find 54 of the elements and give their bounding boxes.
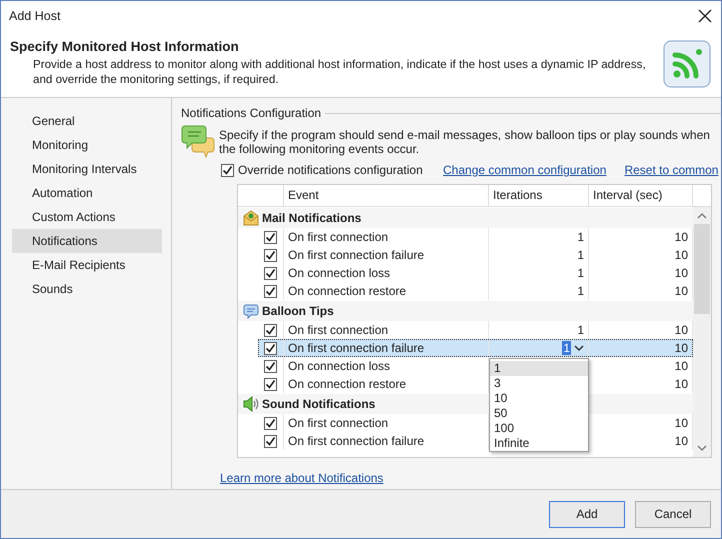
row-checkbox[interactable] xyxy=(264,324,277,336)
dropdown-option[interactable]: 3 xyxy=(490,376,588,391)
dropdown-option[interactable]: 1 xyxy=(490,361,588,376)
close-icon[interactable] xyxy=(698,9,712,23)
iterations-cell: 1 xyxy=(489,282,589,300)
window-title: Add Host xyxy=(9,9,60,23)
section-title: Notifications Configuration xyxy=(181,106,322,120)
dialog-button[interactable]: Cancel xyxy=(635,500,711,528)
sidebar-item[interactable]: Monitoring Intervals xyxy=(12,157,162,181)
link[interactable]: Change common configuration xyxy=(443,163,606,177)
row-checkbox[interactable] xyxy=(264,434,277,448)
speaker-icon xyxy=(243,396,259,412)
group-title: Balloon Tips xyxy=(262,304,334,318)
column-header[interactable]: Iterations xyxy=(489,185,589,206)
scroll-up-icon[interactable] xyxy=(697,212,707,220)
row-checkbox[interactable] xyxy=(264,248,277,262)
sidebar-item[interactable]: General xyxy=(12,109,162,133)
sidebar-item[interactable]: Sounds xyxy=(12,277,162,301)
event-cell: On connection restore xyxy=(284,282,489,300)
dropdown-option[interactable]: Infinite xyxy=(490,436,588,451)
row-checkbox[interactable] xyxy=(264,284,277,298)
speech-bubbles-icon xyxy=(181,124,215,158)
sidebar-item[interactable]: Monitoring xyxy=(12,133,162,157)
override-label: Override notifications configuration xyxy=(238,163,423,177)
sidebar-item[interactable]: Custom Actions xyxy=(12,205,162,229)
caret-icon[interactable] xyxy=(574,344,584,352)
row-checkbox[interactable] xyxy=(264,360,277,372)
sidebar-item[interactable]: E-Mail Recipients xyxy=(12,253,162,277)
scroll-down-icon[interactable] xyxy=(697,444,707,452)
signal-logo-icon xyxy=(663,40,711,88)
row-checkbox[interactable] xyxy=(264,378,277,390)
column-header[interactable]: Event xyxy=(284,185,489,206)
group-title: Sound Notifications xyxy=(262,397,376,411)
section-description: Specify if the program should send e-mail messages, show balloon tips or play sounds when the following monitoring events occur. xyxy=(219,128,711,156)
row-checkbox[interactable] xyxy=(264,266,277,280)
speech-bubble-icon xyxy=(243,303,259,319)
row-checkbox[interactable] xyxy=(264,342,277,354)
iterations-combo[interactable]: 1 xyxy=(562,341,584,355)
scrollbar-thumb[interactable] xyxy=(694,224,710,314)
table-row[interactable]: On first connection failure 1 10 xyxy=(258,339,693,357)
override-checkbox[interactable] xyxy=(221,164,234,176)
column-header[interactable]: Interval (sec) xyxy=(589,185,693,206)
header-description: Provide a host address to monitor along with additional host information, indicate if the host uses a dynamic IP address, and override the monitoring settings, if required. xyxy=(32,57,647,87)
group-title: Mail Notifications xyxy=(262,211,362,225)
envelope-icon xyxy=(243,210,259,226)
sidebar-item[interactable]: Notifications xyxy=(12,229,162,253)
link[interactable]: Reset to common xyxy=(624,163,718,177)
row-checkbox[interactable] xyxy=(264,416,277,430)
dialog-button[interactable]: Add xyxy=(549,500,625,528)
row-checkbox[interactable] xyxy=(264,230,277,244)
header-title: Specify Monitored Host Information xyxy=(10,39,240,54)
learn-more-link[interactable]: Learn more about Notifications xyxy=(220,471,384,485)
dropdown-option[interactable]: 10 xyxy=(490,391,588,406)
sidebar-item[interactable]: Automation xyxy=(12,181,162,205)
